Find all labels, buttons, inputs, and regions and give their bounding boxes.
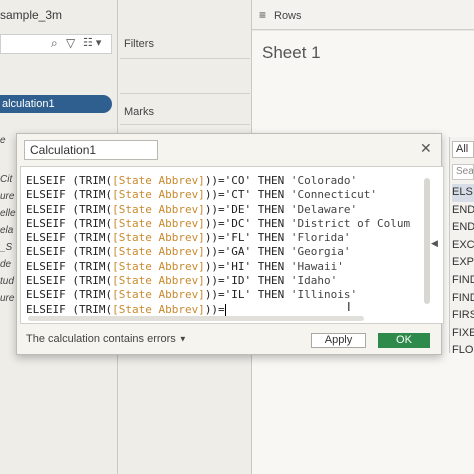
function-list-item[interactable]: FIRS <box>452 307 474 325</box>
formula-operator: ))='CT' THEN <box>204 188 291 202</box>
formula-line[interactable]: ELSEIF (TRIM([State Abbrev]))='CT' THEN … <box>26 188 422 202</box>
formula-field-reference: [State Abbrev] <box>112 188 205 202</box>
apply-button[interactable]: Apply <box>311 333 366 348</box>
formula-string: 'Florida' <box>290 231 351 245</box>
formula-line[interactable]: ELSEIF (TRIM([State Abbrev]))='ID' THEN … <box>26 274 422 288</box>
formula-keyword: ELSEIF (TRIM( <box>26 202 113 216</box>
function-list: ELS END END EXC EXP FIND FIND FIRS FIXE FLO <box>452 184 474 360</box>
ok-button[interactable]: OK <box>378 333 430 348</box>
filters-shelf[interactable] <box>120 58 250 94</box>
formula-line[interactable]: ELSEIF (TRIM([State Abbrev]))='CO' THEN … <box>26 174 422 188</box>
formula-line[interactable]: ELSEIF (TRIM([State Abbrev]))='FL' THEN … <box>26 231 422 245</box>
formula-operator: ))='ID' THEN <box>204 274 291 288</box>
formula-operator: ))='HI' THEN <box>204 259 291 273</box>
formula-operator: ))='IL' THEN <box>204 288 291 302</box>
chevron-down-icon: ▼ <box>178 334 187 344</box>
formula-string: 'Hawaii' <box>290 259 344 273</box>
formula-operator: ))= <box>204 302 225 316</box>
formula-string: 'Idaho' <box>290 274 338 288</box>
formula-keyword: ELSEIF (TRIM( <box>26 288 113 302</box>
formula-field-reference: [State Abbrev] <box>112 174 205 187</box>
text-cursor-icon: I <box>347 299 351 314</box>
formula-operator: ))='CO' THEN <box>204 174 291 187</box>
formula-field-reference: [State Abbrev] <box>112 245 205 259</box>
function-search-input[interactable]: Sea <box>452 164 474 180</box>
formula-field-reference: [State Abbrev] <box>112 288 205 302</box>
editor-horizontal-scrollbar[interactable] <box>28 316 364 321</box>
formula-field-reference: [State Abbrev] <box>112 202 205 216</box>
formula-string: 'Georgia' <box>290 245 351 259</box>
editor-vertical-scrollbar[interactable] <box>424 178 430 304</box>
formula-operator: ))='FL' THEN <box>204 231 291 245</box>
filter-icon[interactable]: ▽ <box>66 36 75 50</box>
formula-line[interactable]: ELSEIF (TRIM([State Abbrev]))='IL' THEN … <box>26 288 422 302</box>
formula-keyword: ELSEIF (TRIM( <box>26 174 113 187</box>
function-list-item[interactable]: FIXE <box>452 325 474 343</box>
data-source-title[interactable]: sample_3m <box>0 8 62 22</box>
formula-string: 'Connecticut' <box>290 188 377 202</box>
function-category-select[interactable]: All <box>452 141 474 158</box>
function-list-item[interactable]: END <box>452 202 474 220</box>
formula-field-reference: [State Abbrev] <box>112 274 205 288</box>
filters-card-title: Filters <box>124 38 154 50</box>
errors-label: The calculation contains errors <box>26 333 176 345</box>
formula-string: 'District of Colum <box>290 216 411 230</box>
formula-operator: ))='GA' THEN <box>204 245 291 259</box>
formula-line[interactable]: ELSEIF (TRIM([State Abbrev]))='GA' THEN … <box>26 245 422 259</box>
formula-operator: ))='DC' THEN <box>204 216 291 230</box>
function-list-item[interactable]: FLO <box>452 342 474 360</box>
formula-line[interactable]: ELSEIF (TRIM([State Abbrev]))='DC' THEN … <box>26 217 422 231</box>
function-list-item[interactable]: EXP <box>452 254 474 272</box>
calculation-errors-dropdown[interactable]: The calculation contains errors ▼ <box>26 333 187 345</box>
sheet-title: Sheet 1 <box>262 43 321 62</box>
selected-field-pill[interactable]: alculation1 <box>0 95 112 113</box>
formula-keyword: ELSEIF (TRIM( <box>26 231 113 245</box>
rows-shelf-label: Rows <box>274 10 302 22</box>
formula-line[interactable]: ELSEIF (TRIM([State Abbrev]))= <box>26 303 422 317</box>
formula-field-reference: [State Abbrev] <box>112 231 205 245</box>
formula-keyword: ELSEIF (TRIM( <box>26 302 113 316</box>
close-icon[interactable]: ✕ <box>420 140 432 157</box>
calculation-name-input[interactable]: Calculation1 <box>24 140 158 160</box>
formula-line[interactable]: ELSEIF (TRIM([State Abbrev]))='HI' THEN … <box>26 260 422 274</box>
text-caret <box>224 303 226 316</box>
formula-keyword: ELSEIF (TRIM( <box>26 216 113 230</box>
formula-field-reference: [State Abbrev] <box>112 259 205 273</box>
function-list-item[interactable]: EXC <box>452 237 474 255</box>
function-list-item[interactable]: ELS <box>452 184 474 202</box>
formula-field-reference: [State Abbrev] <box>112 302 205 316</box>
formula-keyword: ELSEIF (TRIM( <box>26 259 113 273</box>
function-list-item[interactable]: FIND <box>452 290 474 308</box>
formula-string: 'Delaware' <box>290 202 358 216</box>
formula-operator: ))='DE' THEN <box>204 202 291 216</box>
formula-line[interactable]: ELSEIF (TRIM([State Abbrev]))='DE' THEN … <box>26 203 422 217</box>
marks-card-title: Marks <box>124 106 154 118</box>
formula-string: 'Colorado' <box>290 174 358 187</box>
formula-field-reference: [State Abbrev] <box>112 216 205 230</box>
rows-icon: ≡ <box>259 8 266 22</box>
view-toggle-icon[interactable]: ☷ ▾ <box>83 36 101 49</box>
formula-keyword: ELSEIF (TRIM( <box>26 245 113 259</box>
formula-keyword: ELSEIF (TRIM( <box>26 188 113 202</box>
formula-code[interactable]: ELSEIF (TRIM([State Abbrev]))='CO' THEN … <box>26 174 422 317</box>
search-icon[interactable]: ⌕ <box>51 36 58 51</box>
function-list-item[interactable]: FIND <box>452 272 474 290</box>
collapse-panel-icon[interactable]: ◀ <box>431 238 438 249</box>
formula-keyword: ELSEIF (TRIM( <box>26 274 113 288</box>
function-list-item[interactable]: END <box>452 219 474 237</box>
